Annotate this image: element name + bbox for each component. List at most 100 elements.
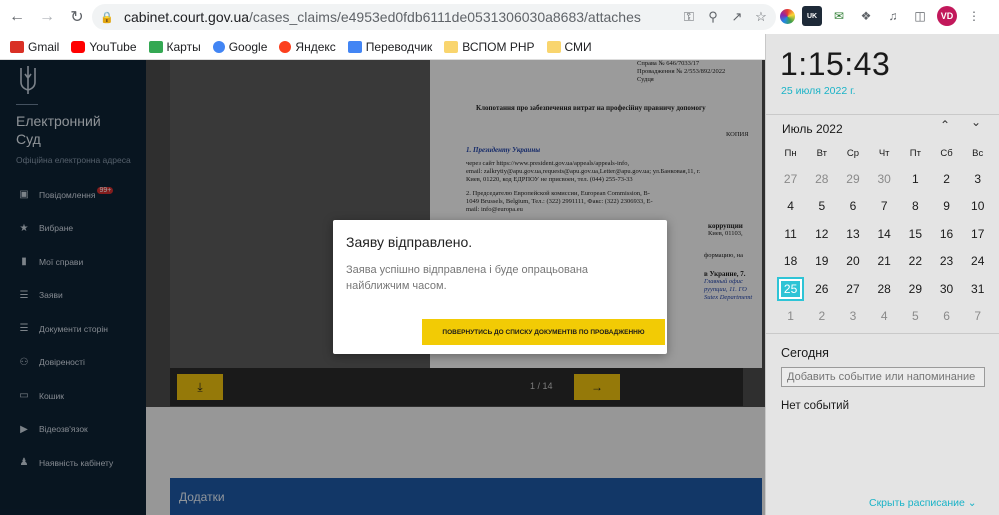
maps-icon xyxy=(148,40,163,53)
forward-arrow-icon[interactable]: → xyxy=(34,4,60,30)
back-arrow-icon[interactable]: ← xyxy=(4,4,30,30)
bookmark-folder-vspom[interactable]: ВСПОМ РНР xyxy=(444,40,535,54)
hide-schedule-link[interactable]: Скрыть расписание ⌄ xyxy=(869,497,977,509)
flyout-separator xyxy=(766,333,999,334)
media-queue-icon[interactable]: ♫ xyxy=(883,6,903,26)
calendar-day[interactable]: 28 xyxy=(806,165,837,193)
bookmark-maps[interactable]: Карты xyxy=(148,40,201,54)
weekday-label: Пн xyxy=(784,148,797,159)
chevron-down-icon: ⌄ xyxy=(967,497,977,509)
calendar-day[interactable]: 30 xyxy=(869,165,900,193)
calendar-day[interactable]: 27 xyxy=(837,275,868,303)
calendar-day[interactable]: 29 xyxy=(900,275,931,303)
calendar-day[interactable]: 31 xyxy=(962,275,993,303)
bookmark-folder-smi[interactable]: СМИ xyxy=(546,40,592,54)
no-events-text: Нет событий xyxy=(781,400,850,412)
calendar-day[interactable]: 14 xyxy=(869,220,900,248)
calendar-day[interactable]: 22 xyxy=(900,248,931,276)
calendar-month[interactable]: Июль 2022 xyxy=(782,122,843,136)
calendar-day[interactable]: 13 xyxy=(837,220,868,248)
calendar-day[interactable]: 10 xyxy=(962,193,993,221)
inbox-extension-icon[interactable]: ✉ xyxy=(829,6,849,26)
key-icon[interactable]: ⚿ xyxy=(680,8,698,26)
calendar-day[interactable]: 30 xyxy=(931,275,962,303)
calendar-day[interactable]: 2 xyxy=(806,303,837,331)
lock-icon[interactable]: 🔒 xyxy=(100,10,114,24)
share-icon[interactable]: ↗ xyxy=(728,8,746,26)
weekday-label: Вт xyxy=(816,148,827,159)
today-heading: Сегодня xyxy=(781,346,829,360)
calendar-day[interactable]: 5 xyxy=(806,193,837,221)
bookmarks-bar: Gmail YouTube Карты Google Яндекс Перево… xyxy=(0,34,765,60)
calendar-day[interactable]: 23 xyxy=(931,248,962,276)
bookmark-yandex[interactable]: Яндекс xyxy=(279,40,336,54)
menu-kebab-icon[interactable]: ⋮ xyxy=(964,6,984,26)
calendar-day[interactable]: 1 xyxy=(775,303,806,331)
calendar-day[interactable]: 7 xyxy=(962,303,993,331)
bookmark-youtube[interactable]: YouTube xyxy=(71,40,137,54)
calendar-day[interactable]: 21 xyxy=(869,248,900,276)
zoom-icon[interactable]: ⚲ xyxy=(704,8,722,26)
youtube-icon xyxy=(71,40,86,53)
reload-icon[interactable]: ↻ xyxy=(64,4,90,30)
calendar-day[interactable]: 3 xyxy=(837,303,868,331)
bookmark-google[interactable]: Google xyxy=(212,40,267,54)
calendar-day[interactable]: 1 xyxy=(900,165,931,193)
success-dialog: Заяву відправлено. Заява успішно відправ… xyxy=(333,220,667,354)
bookmark-translator[interactable]: Переводчик xyxy=(347,40,432,54)
calendar-day[interactable]: 16 xyxy=(931,220,962,248)
calendar-day-today[interactable]: 25 xyxy=(775,275,806,303)
side-panel-icon[interactable]: ◫ xyxy=(910,6,930,26)
weekday-label: Пт xyxy=(909,148,921,159)
calendar-day[interactable]: 28 xyxy=(869,275,900,303)
calendar-day[interactable]: 19 xyxy=(806,248,837,276)
star-bookmark-icon[interactable]: ☆ xyxy=(752,8,770,26)
calendar-day[interactable]: 8 xyxy=(900,193,931,221)
bookmark-gmail[interactable]: Gmail xyxy=(10,40,59,54)
calendar-day[interactable]: 9 xyxy=(931,193,962,221)
language-extension-icon[interactable]: UK xyxy=(802,6,822,26)
calendar-day[interactable]: 26 xyxy=(806,275,837,303)
add-event-input[interactable] xyxy=(781,367,985,387)
address-bar[interactable]: 🔒 cabinet.court.gov.ua/cases_claims/e495… xyxy=(92,4,776,30)
calendar-day[interactable]: 5 xyxy=(900,303,931,331)
calendar-day[interactable]: 3 xyxy=(962,165,993,193)
profile-avatar[interactable]: VD xyxy=(937,6,957,26)
calendar-day[interactable]: 7 xyxy=(869,193,900,221)
calendar-day[interactable]: 11 xyxy=(775,220,806,248)
flyout-separator xyxy=(766,114,999,115)
google-icon xyxy=(212,40,225,53)
calendar-weekdays: Пн Вт Ср Чт Пт Сб Вс xyxy=(775,148,995,159)
dialog-title: Заяву відправлено. xyxy=(346,234,473,250)
calendar-day[interactable]: 27 xyxy=(775,165,806,193)
browser-toolbar: ← → ↻ 🔒 cabinet.court.gov.ua/cases_claim… xyxy=(0,0,999,34)
clock-time: 1:15:43 xyxy=(780,46,891,82)
calendar-day[interactable]: 4 xyxy=(869,303,900,331)
chevron-up-icon[interactable]: ⌃ xyxy=(937,118,953,132)
calendar-day[interactable]: 4 xyxy=(775,193,806,221)
calendar-day[interactable]: 6 xyxy=(837,193,868,221)
calendar-day[interactable]: 15 xyxy=(900,220,931,248)
weekday-label: Ср xyxy=(846,148,860,159)
calendar-flyout: 1:15:43 25 июля 2022 г. Июль 2022 ⌃ ⌄ Пн… xyxy=(765,34,999,515)
folder-icon xyxy=(546,40,561,53)
calendar-day[interactable]: 17 xyxy=(962,220,993,248)
calendar-day[interactable]: 24 xyxy=(962,248,993,276)
weekday-label: Чт xyxy=(878,148,890,159)
return-to-documents-button[interactable]: ПОВЕРНУТИСЬ ДО СПИСКУ ДОКУМЕНТІВ ПО ПРОВ… xyxy=(422,319,665,345)
puzzle-icon[interactable]: ❖ xyxy=(856,6,876,26)
translate-icon xyxy=(347,40,362,53)
calendar-day[interactable]: 2 xyxy=(931,165,962,193)
calendar-day[interactable]: 12 xyxy=(806,220,837,248)
chevron-down-icon[interactable]: ⌄ xyxy=(968,115,984,129)
gmail-icon xyxy=(10,40,24,53)
weekday-label: Сб xyxy=(940,148,953,159)
calendar-day[interactable]: 20 xyxy=(837,248,868,276)
calendar-day[interactable]: 18 xyxy=(775,248,806,276)
yandex-icon xyxy=(279,40,292,53)
color-extension-icon[interactable] xyxy=(780,8,795,24)
folder-icon xyxy=(444,40,459,53)
calendar-day[interactable]: 6 xyxy=(931,303,962,331)
calendar-day[interactable]: 29 xyxy=(837,165,868,193)
current-date-link[interactable]: 25 июля 2022 г. xyxy=(781,85,856,97)
